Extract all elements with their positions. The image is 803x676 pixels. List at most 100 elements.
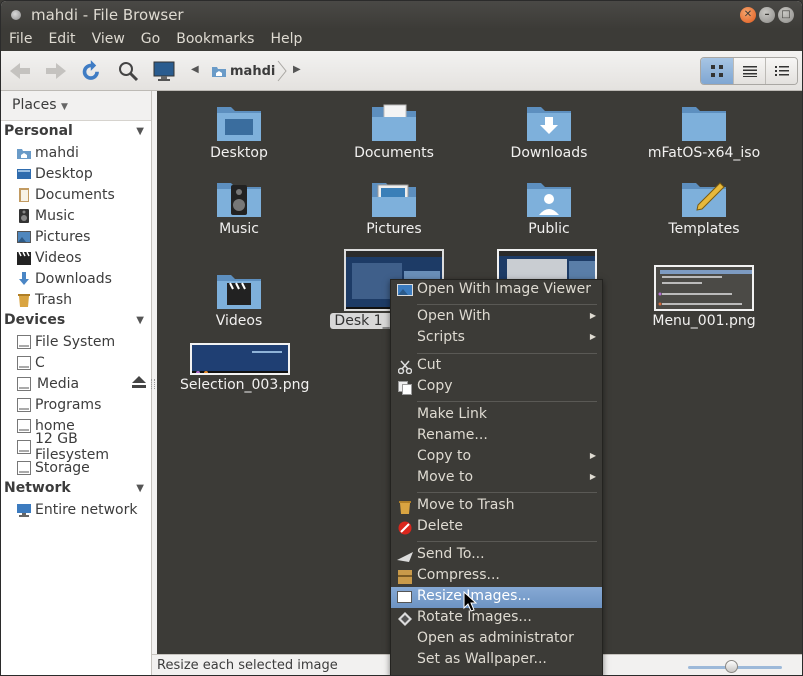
pane-splitter[interactable] [151, 379, 155, 389]
window-menu-icon[interactable] [11, 10, 21, 20]
file-item-pictures[interactable]: Pictures [334, 179, 454, 237]
menu-bar: File Edit View Go Bookmarks Help [1, 29, 802, 51]
menu-item-copy-to[interactable]: Copy to ▶ [391, 447, 602, 468]
menu-item-open-as-administrator[interactable]: Open as administrator [391, 629, 602, 650]
menu-item-rotate-images[interactable]: Rotate Images... [391, 608, 602, 629]
list-icon [742, 66, 757, 77]
sidebar-item-label: Pictures [35, 228, 91, 245]
computer-button[interactable] [151, 59, 177, 83]
collapse-triangle-icon[interactable]: ▼ [136, 315, 144, 326]
menu-item-open-with[interactable]: Open With ▶ [391, 307, 602, 328]
crumb-right-arrow-icon[interactable]: ▶ [293, 64, 301, 75]
file-item-menu-001[interactable]: Menu_001.png [644, 265, 764, 329]
section-network-label: Network [4, 480, 71, 496]
menu-item-resize-images[interactable]: Resize Images... [391, 587, 602, 608]
file-item-templates[interactable]: Templates [644, 179, 764, 237]
file-item-mfatos-iso[interactable]: mFatOS-x64_iso [644, 103, 764, 161]
file-item-documents[interactable]: Documents [334, 103, 454, 161]
menu-item-send-to[interactable]: Send To... [391, 545, 602, 566]
sidebar-item-12gb-filesystem[interactable]: 12 GB Filesystem [1, 431, 151, 463]
sidebar-item-music[interactable]: Music [1, 205, 151, 226]
scissors-icon [397, 359, 413, 375]
speaker-icon [17, 208, 31, 223]
section-personal[interactable]: Personal ▼ [1, 121, 151, 142]
file-item-videos[interactable]: Videos [179, 271, 299, 329]
eject-icon[interactable] [132, 376, 146, 392]
documents-icon [17, 187, 31, 202]
downloads-folder-icon [527, 107, 571, 141]
sidebar-item-media[interactable]: Media [1, 373, 151, 394]
menu-item-label: Delete [417, 518, 463, 534]
window-title: mahdi - File Browser [31, 6, 184, 24]
reload-button[interactable] [79, 59, 105, 83]
menu-item-compress[interactable]: Compress... [391, 566, 602, 587]
sidebar-item-file-system[interactable]: File System [1, 331, 151, 352]
sidebar-item-label: Videos [35, 249, 82, 266]
crumb-left-arrow-icon[interactable]: ◀ [191, 64, 199, 75]
menu-view[interactable]: View [92, 29, 125, 51]
back-button[interactable] [7, 59, 33, 83]
menu-separator [417, 353, 597, 354]
places-dropdown[interactable]: Places ▼ [1, 91, 151, 121]
breadcrumb[interactable]: mahdi [211, 61, 275, 81]
forward-button[interactable] [43, 59, 69, 83]
sidebar: Places ▼ Personal ▼ mahdi Desktop Documen… [1, 91, 152, 675]
menu-item-move-to[interactable]: Move to ▶ [391, 468, 602, 489]
menu-go[interactable]: Go [141, 29, 160, 51]
search-button[interactable] [115, 59, 141, 83]
sidebar-item-label: Downloads [35, 270, 112, 287]
compact-view-button[interactable] [765, 58, 797, 84]
menu-item-delete[interactable]: Delete [391, 517, 602, 538]
menu-item-scripts[interactable]: Scripts ▶ [391, 328, 602, 349]
minimize-button[interactable]: – [759, 7, 775, 23]
places-label: Places [12, 97, 57, 113]
close-button[interactable]: ✕ [740, 7, 756, 23]
icon-view-button[interactable] [701, 58, 733, 84]
sidebar-item-desktop[interactable]: Desktop [1, 163, 151, 184]
collapse-triangle-icon[interactable]: ▼ [136, 483, 144, 494]
sidebar-item-storage[interactable]: Storage [1, 457, 151, 478]
sidebar-item-mahdi[interactable]: mahdi [1, 142, 151, 163]
drive-icon [17, 460, 31, 475]
search-icon [119, 62, 139, 82]
menu-help[interactable]: Help [270, 29, 302, 51]
menu-item-label: Open as administrator [417, 630, 574, 646]
menu-item-move-to-trash[interactable]: Move to Trash [391, 496, 602, 517]
menu-item-make-link[interactable]: Make Link [391, 405, 602, 426]
submenu-arrow-icon: ▶ [589, 472, 596, 481]
sidebar-item-entire-network[interactable]: Entire network [1, 499, 151, 520]
maximize-button[interactable]: □ [778, 7, 794, 23]
pictures-icon [17, 230, 31, 244]
sidebar-item-trash[interactable]: Trash [1, 289, 151, 310]
sidebar-item-pictures[interactable]: Pictures [1, 226, 151, 247]
section-devices[interactable]: Devices ▼ [1, 310, 151, 331]
collapse-triangle-icon[interactable]: ▼ [136, 126, 144, 137]
menu-item-label: Rename... [417, 427, 488, 443]
file-item-public[interactable]: Public [489, 179, 609, 237]
menu-item-cut[interactable]: Cut [391, 356, 602, 377]
zoom-slider-handle[interactable] [725, 660, 738, 673]
section-network[interactable]: Network ▼ [1, 478, 151, 499]
menu-item-rename[interactable]: Rename... [391, 426, 602, 447]
sidebar-item-documents[interactable]: Documents [1, 184, 151, 205]
sidebar-item-videos[interactable]: Videos [1, 247, 151, 268]
menu-item-set-as-wallpaper[interactable]: Set as Wallpaper... [391, 650, 602, 671]
title-bar[interactable]: mahdi - File Browser ✕ – □ [1, 1, 802, 29]
menu-item-open-with-image-viewer[interactable]: Open With Image Viewer [391, 280, 602, 301]
sidebar-item-downloads[interactable]: Downloads [1, 268, 151, 289]
file-item-desktop[interactable]: Desktop [179, 103, 299, 161]
list-view-button[interactable] [733, 58, 765, 84]
file-label: Downloads [510, 145, 588, 161]
menu-bookmarks[interactable]: Bookmarks [176, 29, 254, 51]
menu-file[interactable]: File [9, 29, 32, 51]
menu-edit[interactable]: Edit [48, 29, 75, 51]
file-item-screenshot-2[interactable] [489, 249, 599, 279]
delete-icon [397, 520, 413, 536]
chevron-down-icon: ▼ [60, 102, 68, 112]
sidebar-item-c[interactable]: C [1, 352, 151, 373]
sidebar-item-programs[interactable]: Programs [1, 394, 151, 415]
file-item-downloads[interactable]: Downloads [489, 103, 609, 161]
file-item-selection-003[interactable]: Selection_003.png [180, 343, 309, 393]
menu-item-copy[interactable]: Copy [391, 377, 602, 398]
file-item-music[interactable]: Music [179, 179, 299, 237]
